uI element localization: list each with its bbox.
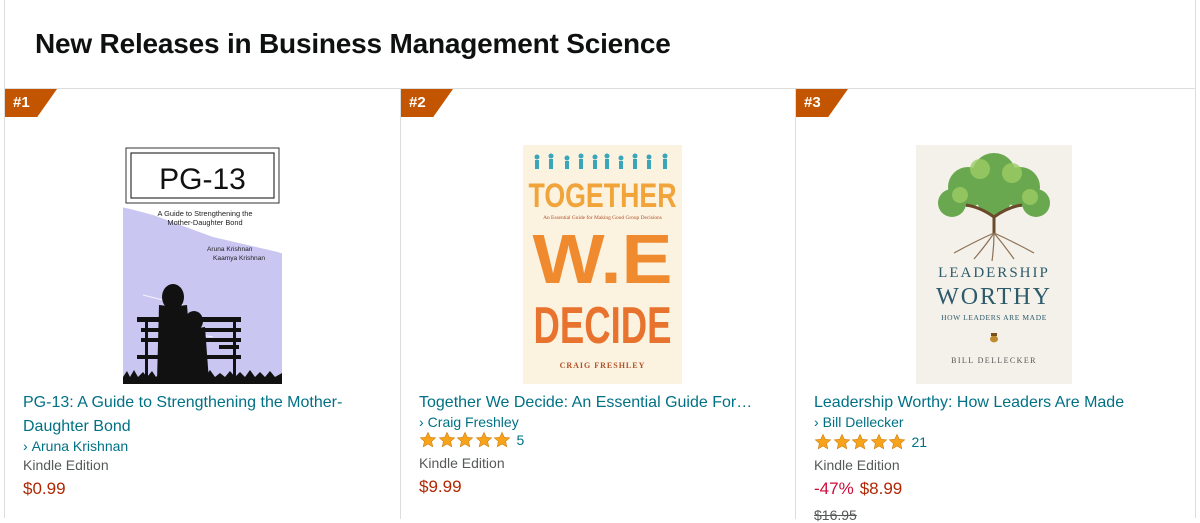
- product-title-link[interactable]: Leadership Worthy: How Leaders Are Made: [814, 391, 1174, 415]
- cover-title: PG-13: [159, 163, 246, 196]
- star-icon: [888, 433, 906, 450]
- cover-title: TOGETHER: [529, 177, 677, 215]
- cover-subtitle: A Guide to Strengthening the: [158, 209, 253, 218]
- product-card-3: #3 LEADERSHIP WORTHY HOW LEADERS ARE MAD…: [795, 89, 1196, 523]
- product-price[interactable]: $9.99: [419, 477, 462, 497]
- product-price[interactable]: -47% $8.99: [814, 479, 902, 499]
- author-link[interactable]: › Bill Dellecker: [814, 414, 904, 430]
- rating-count[interactable]: 21: [912, 434, 928, 450]
- product-format: Kindle Edition: [23, 457, 109, 473]
- rank-badge: #2: [401, 89, 453, 117]
- product-format: Kindle Edition: [814, 457, 900, 473]
- book-cover-image[interactable]: PG-13 A Guide to Strengthening the Mothe…: [123, 145, 282, 384]
- product-card-2: #2 TOGETHER An Essential Guide for Makin…: [400, 89, 795, 519]
- product-grid: #1 PG-13 A Guide to Strengthening the Mo…: [5, 88, 1196, 523]
- star-icon: [851, 433, 869, 450]
- author-link[interactable]: › Craig Freshley: [419, 414, 519, 430]
- cover-author: Aruna Krishnan: [207, 246, 253, 253]
- product-title-link[interactable]: Together We Decide: An Essential Guide F…: [419, 391, 784, 415]
- cover-author: Kaamya Krishnan: [213, 255, 265, 262]
- sale-price: $8.99: [859, 479, 903, 498]
- cover-title: DECIDE: [534, 297, 672, 355]
- author-name: Bill Dellecker: [822, 414, 904, 430]
- chevron-right-icon: ›: [419, 414, 424, 430]
- cover-subtitle: HOW LEADERS ARE MADE: [941, 313, 1047, 322]
- discount-percent: -47%: [814, 479, 854, 498]
- book-cover-image[interactable]: LEADERSHIP WORTHY HOW LEADERS ARE MADE B…: [916, 145, 1072, 384]
- star-rating[interactable]: 21: [814, 432, 927, 452]
- star-rating[interactable]: 5: [419, 430, 524, 450]
- rating-count[interactable]: 5: [517, 432, 525, 448]
- chevron-right-icon: ›: [814, 414, 819, 430]
- product-format: Kindle Edition: [419, 455, 505, 471]
- product-price[interactable]: $0.99: [23, 479, 66, 499]
- author-name: Aruna Krishnan: [31, 438, 129, 454]
- product-title-link[interactable]: PG-13: A Guide to Strengthening the Moth…: [23, 391, 383, 439]
- star-icon: [493, 431, 511, 448]
- star-icon: [833, 433, 850, 450]
- cover-title: W.E: [533, 220, 673, 298]
- rank-badge: #1: [5, 89, 57, 117]
- star-icon: [419, 431, 437, 448]
- product-card-1: #1 PG-13 A Guide to Strengthening the Mo…: [5, 89, 400, 519]
- chevron-right-icon: ›: [23, 438, 28, 454]
- author-link[interactable]: › Aruna Krishnan: [23, 438, 128, 454]
- author-name: Craig Freshley: [427, 414, 519, 430]
- star-icon: [438, 431, 455, 448]
- book-cover-image[interactable]: TOGETHER An Essential Guide for Making G…: [523, 145, 682, 384]
- list-price: $16.95: [814, 507, 857, 523]
- cover-title: WORTHY: [936, 284, 1052, 310]
- star-icon: [814, 433, 832, 450]
- star-icon: [475, 431, 492, 448]
- page-title: New Releases in Business Management Scie…: [35, 28, 671, 59]
- star-icon: [456, 431, 474, 448]
- cover-subtitle: Mother-Daughter Bond: [167, 218, 242, 227]
- cover-author: BILL DELLECKER: [951, 356, 1037, 365]
- new-releases-widget: New Releases in Business Management Scie…: [4, 0, 1196, 523]
- rank-badge: #3: [796, 89, 848, 117]
- cover-author: CRAIG FRESHLEY: [560, 361, 646, 370]
- cover-title: LEADERSHIP: [938, 265, 1050, 281]
- star-icon: [870, 433, 887, 450]
